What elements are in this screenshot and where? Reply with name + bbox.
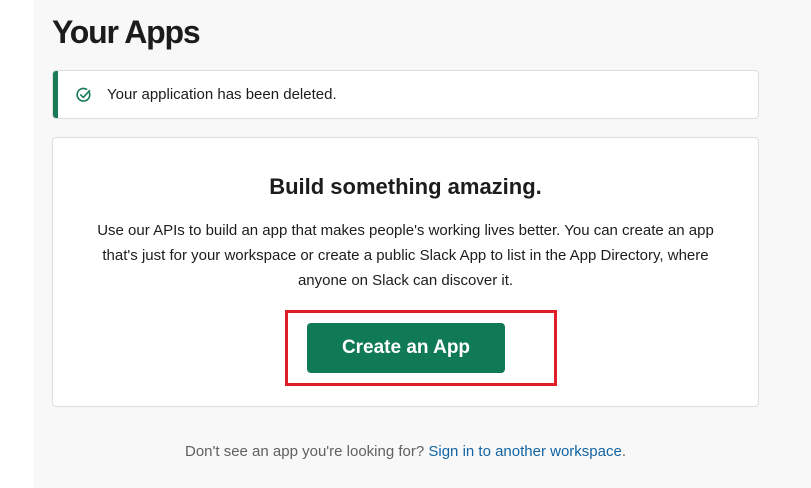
- success-alert: Your application has been deleted.: [52, 70, 759, 119]
- card-title: Build something amazing.: [269, 174, 542, 199]
- page-title: Your Apps: [52, 14, 201, 50]
- alert-accent-bar: [53, 71, 58, 118]
- create-app-card: Build something amazing. Use our APIs to…: [52, 137, 759, 407]
- footer-prompt: Don't see an app you're looking for?: [184, 443, 429, 460]
- create-app-button[interactable]: Create an App: [307, 323, 505, 373]
- alert-message: Your application has been deleted.: [107, 86, 337, 103]
- card-description: Use our APIs to build an app that makes …: [97, 222, 714, 289]
- apps-page: Your Apps Your application has been dele…: [34, 0, 811, 488]
- sign-in-workspace-link[interactable]: Sign in to another workspace: [428, 443, 621, 460]
- footer-period: .: [621, 443, 626, 460]
- check-circle-icon: [76, 87, 92, 103]
- footer: Don't see an app you're looking for? Sig…: [52, 443, 759, 460]
